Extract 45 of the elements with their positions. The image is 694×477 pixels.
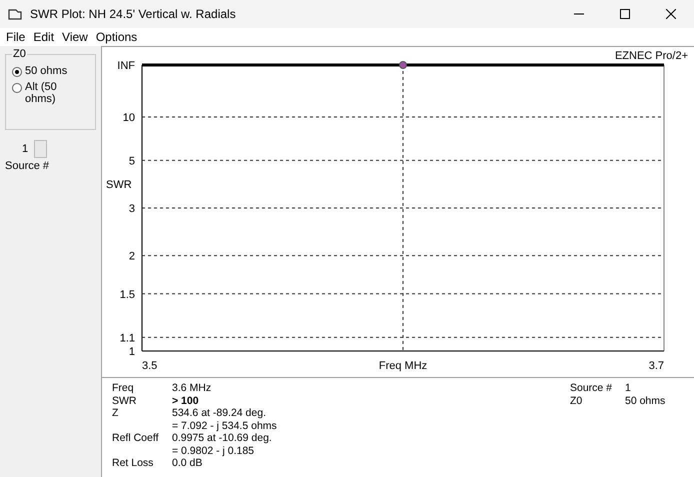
- y-tick-label: 5: [128, 155, 135, 168]
- y-tick-label: 1.1: [120, 332, 135, 344]
- readout-label: Z: [112, 407, 120, 420]
- menu-item[interactable]: View: [58, 30, 92, 44]
- readout-value: 3.6 MHz: [172, 382, 212, 394]
- y-tick-label: 2: [128, 250, 135, 263]
- menu-item[interactable]: Edit: [29, 30, 58, 44]
- readout-label: Refl Coeff: [112, 432, 160, 444]
- readout-value: 1: [625, 382, 632, 394]
- y-axis-label: SWR: [106, 179, 132, 191]
- y-tick-label: 10: [122, 112, 135, 124]
- maximize-icon: [620, 9, 630, 19]
- window-title: SWR Plot: NH 24.5' Vertical w. Radials: [30, 7, 237, 21]
- readout-label: Ret Loss: [112, 457, 154, 470]
- y-tick-label: INF: [117, 60, 135, 72]
- spinner-label: Source #: [5, 160, 50, 172]
- close-icon: [666, 9, 676, 19]
- readout-value: 0.9975 at -10.69 deg.: [172, 432, 273, 444]
- x-tick-label: 3.5: [142, 360, 158, 372]
- y-tick-label: 1: [128, 346, 135, 358]
- spinner-value: 1: [22, 143, 28, 155]
- readout-value: > 100: [172, 394, 200, 407]
- readout-value: 50 ohms: [625, 394, 666, 407]
- readout-value: = 0.9802 - j 0.185: [172, 444, 256, 457]
- menu-item[interactable]: Options: [92, 30, 142, 44]
- group-label: Z0: [12, 48, 27, 60]
- radio-label: Alt (50 ohms): [25, 81, 58, 105]
- radio-label: 50 ohms: [25, 65, 68, 77]
- app-icon: [8, 8, 22, 20]
- menu-item[interactable]: File: [2, 30, 30, 44]
- readout-label: Source #: [570, 382, 614, 394]
- radio-button[interactable]: [12, 83, 22, 93]
- readout-label: Freq: [112, 382, 135, 394]
- readout-value: 534.6 at -89.24 deg.: [172, 407, 267, 420]
- x-axis-label: Freq MHz: [378, 360, 428, 372]
- y-tick-label: 1.5: [120, 288, 135, 301]
- readout-label: Z0: [570, 394, 584, 407]
- brand-label: EZNEC Pro/2+: [614, 50, 688, 62]
- x-tick-label: 3.7: [648, 360, 664, 372]
- readout-value: 0.0 dB: [172, 457, 204, 470]
- cursor-marker: [399, 61, 407, 69]
- readout-value: = 7.092 - j 534.5 ohms: [172, 420, 277, 432]
- radio-button[interactable]: [12, 67, 22, 77]
- y-tick-label: 3: [128, 203, 135, 215]
- readout-label: SWR: [112, 394, 138, 407]
